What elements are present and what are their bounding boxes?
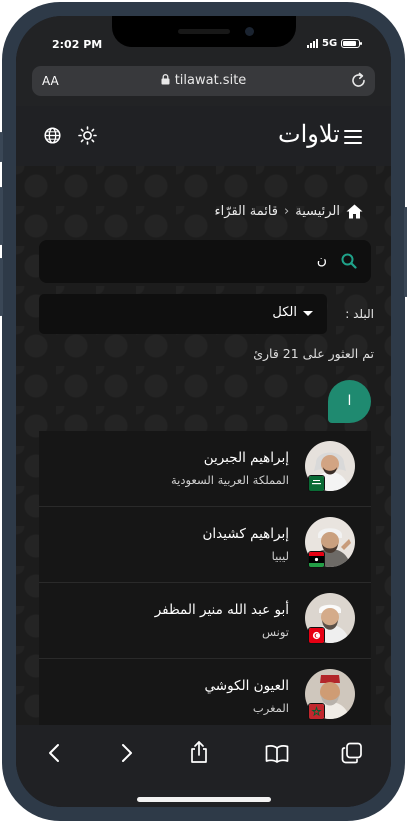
sun-icon[interactable]	[78, 126, 97, 145]
signal-icon	[307, 39, 318, 48]
breadcrumb-current: قائمة القرّاء	[214, 204, 279, 219]
reciter-name: العيون الكوشي	[204, 678, 290, 694]
lock-icon	[161, 74, 170, 85]
letter-group-badge: ا	[328, 380, 371, 423]
results-count: تم العثور على 21 قارئ	[253, 346, 374, 361]
reciter-name: أبو عبد الله منير المظفر	[154, 602, 289, 618]
url-display[interactable]: tilawat.site	[32, 73, 375, 88]
share-icon[interactable]	[189, 740, 209, 764]
reload-icon[interactable]	[350, 72, 367, 89]
phone-frame: 2:02 PM 5G AA tilawat.site تلاوات الرئيس…	[0, 2, 407, 821]
main-content: الرئيسية ‹ قائمة القرّاء ن البلد : الكل …	[16, 166, 391, 735]
volume-up-button	[0, 187, 3, 245]
breadcrumb: الرئيسية ‹ قائمة القرّاء	[215, 204, 363, 219]
breadcrumb-home-link[interactable]: الرئيسية	[295, 204, 340, 219]
notch	[112, 16, 296, 47]
screen: 2:02 PM 5G AA tilawat.site تلاوات الرئيس…	[16, 16, 391, 807]
address-bar[interactable]: AA tilawat.site	[32, 66, 375, 96]
browser-bar: AA tilawat.site	[16, 62, 391, 106]
libya-flag-icon	[308, 551, 325, 568]
reciter-name: إبراهيم الجبرين	[203, 450, 289, 466]
front-camera	[245, 27, 254, 36]
country-select[interactable]: الكل	[39, 294, 327, 334]
reciter-country: المغرب	[252, 701, 289, 715]
battery-level	[343, 41, 357, 46]
morocco-flag-icon	[308, 703, 325, 720]
saudi-flag-icon	[308, 475, 325, 492]
status-indicators: 5G	[307, 38, 363, 49]
search-icon	[341, 253, 357, 269]
breadcrumb-separator: ‹	[284, 204, 290, 219]
home-icon[interactable]	[346, 204, 363, 219]
bookmarks-icon[interactable]	[265, 744, 289, 763]
menu-icon[interactable]	[344, 130, 362, 144]
search-box[interactable]: ن	[39, 240, 371, 283]
search-input[interactable]: ن	[317, 252, 327, 268]
chevron-down-icon	[303, 311, 313, 316]
speaker	[178, 29, 230, 34]
reciter-country: ليبيا	[271, 549, 289, 563]
reciter-row[interactable]: أبو عبد الله منير المظفر تونس	[39, 583, 371, 659]
reciter-country: تونس	[261, 625, 289, 639]
home-indicator[interactable]	[137, 797, 271, 802]
url-text: tilawat.site	[174, 73, 247, 88]
site-logo[interactable]: تلاوات	[278, 120, 340, 148]
volume-down-button	[0, 258, 3, 316]
mute-switch	[0, 132, 3, 162]
network-type: 5G	[322, 38, 338, 49]
reciter-row[interactable]: العيون الكوشي المغرب	[39, 659, 371, 735]
reciter-row[interactable]: إبراهيم كشيدان ليبيا	[39, 507, 371, 583]
status-time: 2:02 PM	[52, 38, 103, 51]
reciter-row[interactable]: إبراهيم الجبرين المملكة العربية السعودية	[39, 431, 371, 507]
country-select-value: الكل	[272, 305, 297, 320]
globe-icon[interactable]	[44, 127, 61, 144]
reciter-country: المملكة العربية السعودية	[171, 473, 289, 487]
reciter-name: إبراهيم كشيدان	[202, 526, 289, 542]
tabs-icon[interactable]	[341, 742, 363, 764]
battery-icon	[341, 39, 363, 48]
reciter-list: إبراهيم الجبرين المملكة العربية السعودية…	[39, 431, 371, 735]
forward-icon[interactable]	[120, 743, 134, 763]
app-header: تلاوات	[16, 106, 391, 166]
tunisia-flag-icon	[308, 627, 325, 644]
back-icon[interactable]	[47, 743, 61, 763]
country-filter-label: البلد :	[345, 307, 374, 321]
browser-toolbar	[16, 725, 391, 807]
